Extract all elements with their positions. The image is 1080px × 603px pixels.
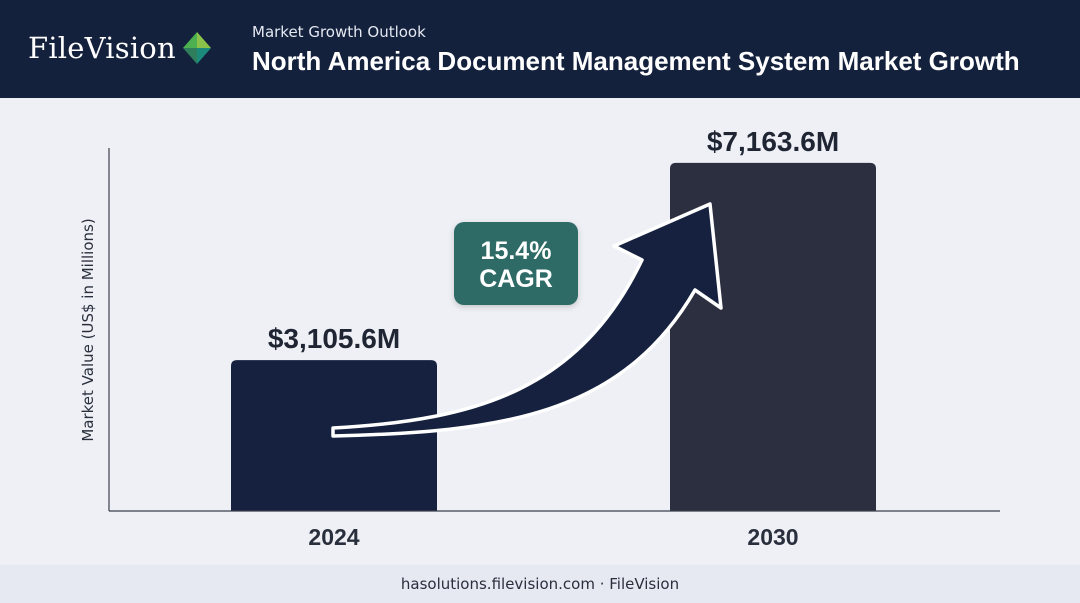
cagr-value: 15.4% [481,237,552,265]
y-axis-label: Market Value (US$ in Millions) [79,218,97,441]
x-tick-label-2030: 2030 [747,524,798,550]
chart-subtitle: Market Growth Outlook [252,23,426,41]
filevision-logo: FileVision [28,26,212,70]
data-label-2030: $7,163.6M [707,126,839,157]
chart-title: North America Document Management System… [252,46,1020,76]
x-tick-label-2024: 2024 [308,524,359,550]
cagr-label: CAGR [479,265,553,293]
logo-wordmark: FileVision [28,30,176,65]
header-banner: FileVision Market Growth Outlook North A… [0,0,1080,98]
data-label-2024: $3,105.6M [268,323,400,354]
bar-chart: Market Value (US$ in Millions) $3,105.6M… [79,126,1000,550]
diamond-logo-icon [182,32,211,64]
footer: hasolutions.filevision.com · FileVision [0,565,1080,603]
footer-source-text: hasolutions.filevision.com · FileVision [400,575,680,593]
cagr-badge: 15.4% CAGR [454,222,578,305]
